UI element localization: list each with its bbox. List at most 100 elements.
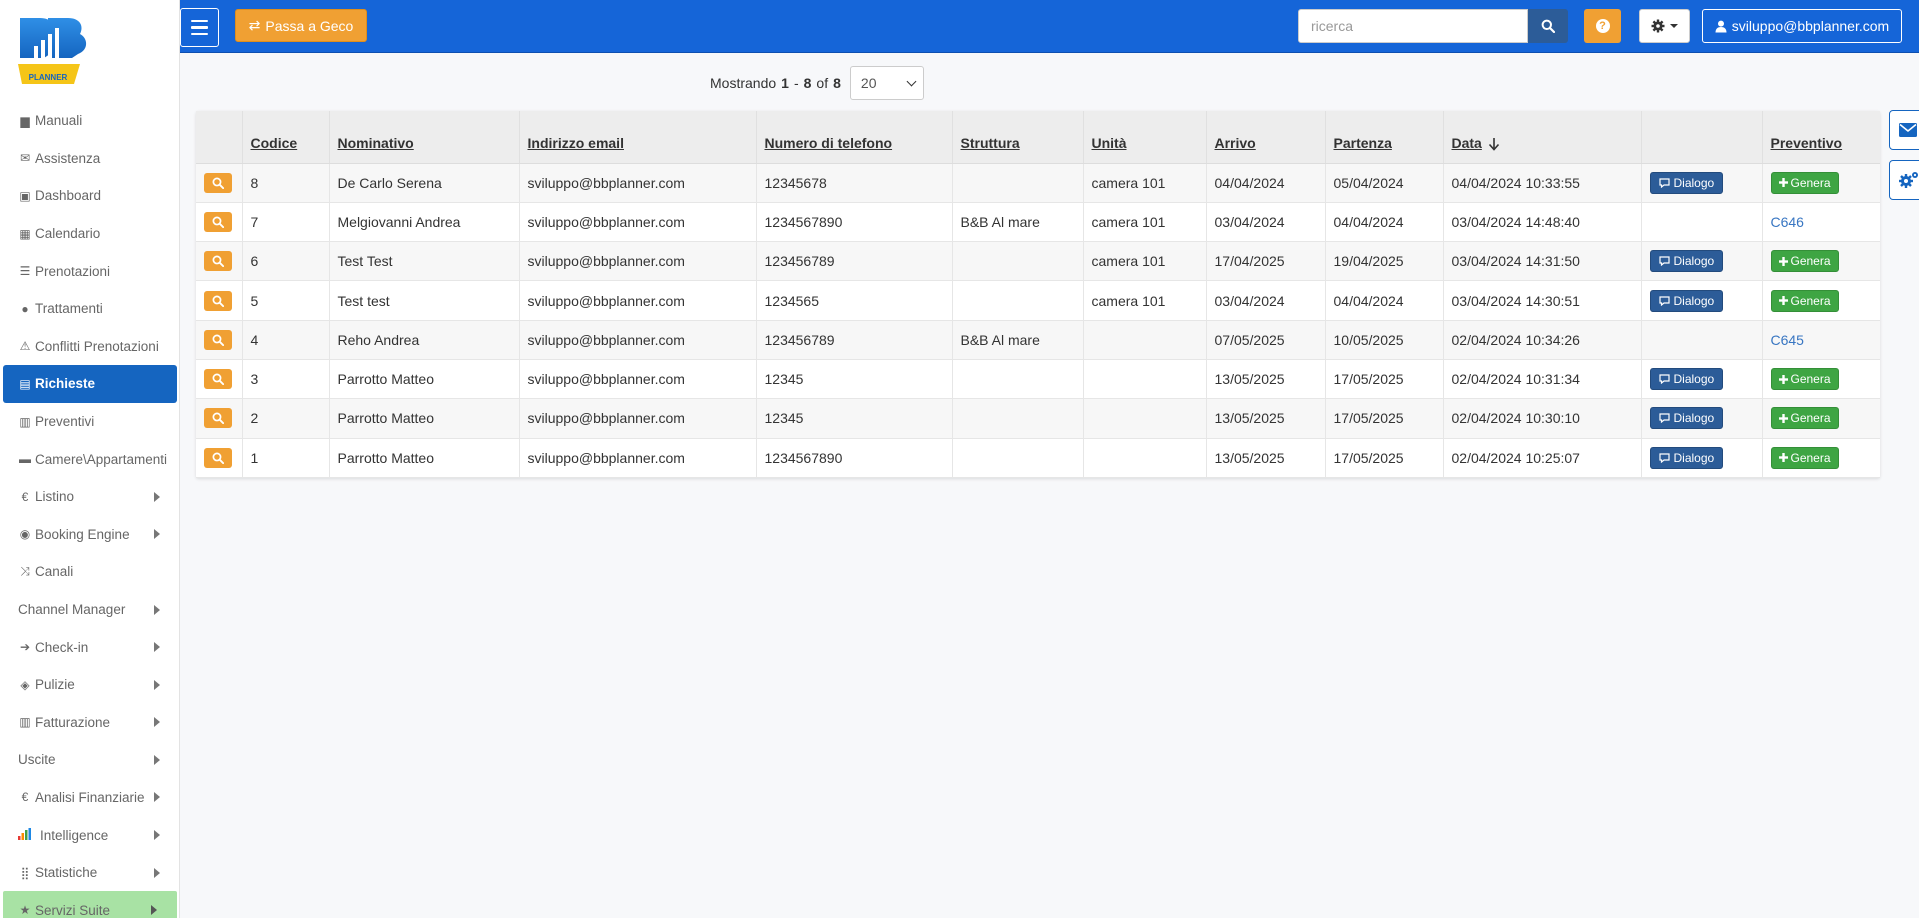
sidebar-item-label: Statistiche [35, 865, 98, 881]
view-request-button[interactable] [204, 172, 232, 193]
sidebar-item-statistiche[interactable]: ⣿ Statistiche [0, 854, 179, 892]
cell-struttura: B&B Al mare [952, 202, 1084, 243]
hdd-icon: ▣ [19, 188, 31, 203]
cell-name: Parrotto Matteo [329, 359, 520, 400]
cell-email: sviluppo@bbplanner.com [519, 359, 757, 400]
sidebar-item-servizi-suite[interactable]: ★ Servizi Suite [3, 891, 177, 918]
passa-a-geco-button[interactable]: ⇄ Passa a Geco [235, 9, 367, 42]
sidebar-item-preventivi[interactable]: ▥ Preventivi [0, 403, 179, 441]
dialogo-button[interactable]: Dialogo [1649, 368, 1724, 391]
hamburger-icon [191, 19, 208, 23]
sidebar-item-intelligence[interactable]: Intelligence [0, 816, 179, 854]
header-arrivo[interactable]: Arrivo [1206, 111, 1326, 164]
sidebar-item-dashboard[interactable]: ▣ Dashboard [0, 177, 179, 215]
globe-icon: ◉ [19, 527, 31, 542]
view-request-button[interactable] [204, 290, 232, 311]
header-codice[interactable]: Codice [242, 111, 330, 164]
sidebar-item-camere-appartamenti[interactable]: ▬ Camere\Appartamenti [0, 440, 179, 478]
header-partenza[interactable]: Partenza [1325, 111, 1444, 164]
user-account-button[interactable]: sviluppo@bbplanner.com [1702, 9, 1902, 43]
cell-data: 02/04/2024 10:30:10 [1443, 398, 1642, 439]
cell-unita: camera 101 [1083, 241, 1207, 282]
cell-name: Reho Andrea [329, 320, 520, 360]
sidebar-item-listino[interactable]: € Listino [0, 478, 179, 516]
sidebar-item-uscite[interactable]: Uscite [0, 741, 179, 779]
sidebar-item-richieste[interactable]: ▤ Richieste [3, 365, 177, 403]
genera-button[interactable]: Genera [1770, 171, 1839, 194]
dialogo-button[interactable]: Dialogo [1649, 289, 1724, 312]
dialogo-button[interactable]: Dialogo [1649, 407, 1724, 430]
sidebar-item-label: Manuali [35, 113, 83, 129]
header-telefono[interactable]: Numero di telefono [756, 111, 953, 164]
sidebar-item-fatturazione[interactable]: ▥ Fatturazione [0, 704, 179, 742]
cell-dialogo: Dialogo [1641, 163, 1763, 203]
header-preventivo[interactable]: Preventivo [1762, 111, 1880, 164]
chevron-right-icon [154, 830, 160, 841]
chevron-right-icon [154, 717, 160, 728]
sidebar-item-assistenza[interactable]: ✉ Assistenza [0, 140, 179, 178]
genera-button[interactable]: Genera [1770, 368, 1839, 391]
view-request-button[interactable] [204, 251, 232, 272]
preventivo-link[interactable]: C646 [1771, 214, 1804, 230]
sidebar-item-canali[interactable]: ⤨ Canali [0, 553, 179, 591]
sidebar-item-pulizie[interactable]: ◈ Pulizie [0, 666, 179, 704]
cell-code: 6 [242, 241, 330, 282]
view-request-button[interactable] [204, 447, 232, 468]
sidebar-item-calendario[interactable]: ▦ Calendario [0, 215, 179, 253]
sidebar-item-trattamenti[interactable]: ● Trattamenti [0, 290, 179, 328]
genera-button[interactable]: Genera [1770, 446, 1839, 469]
sidebar-item-booking-engine[interactable]: ◉ Booking Engine [0, 516, 179, 554]
header-unita[interactable]: Unità [1083, 111, 1207, 164]
cell-phone: 12345 [756, 398, 953, 439]
cell-struttura: B&B Al mare [952, 320, 1084, 360]
cell-data: 04/04/2024 10:33:55 [1443, 163, 1642, 203]
sidebar-item-label: Preventivi [35, 414, 95, 430]
view-request-button[interactable] [204, 369, 232, 390]
dialogo-button[interactable]: Dialogo [1649, 446, 1724, 469]
search-button[interactable] [1528, 9, 1568, 43]
header-nominativo[interactable]: Nominativo [329, 111, 520, 164]
header-email[interactable]: Indirizzo email [519, 111, 757, 164]
sidebar-item-channel-manager[interactable]: Channel Manager [0, 591, 179, 629]
view-request-button[interactable] [204, 211, 232, 232]
bbplanner-logo[interactable]: PLANNER [14, 16, 90, 94]
cell-email: sviluppo@bbplanner.com [519, 438, 757, 478]
cell-dialogo: Dialogo [1641, 280, 1763, 321]
cell-email: sviluppo@bbplanner.com [519, 280, 757, 321]
list-icon: ☰ [19, 264, 31, 279]
comment-icon [1658, 453, 1670, 463]
genera-button[interactable]: Genera [1770, 289, 1839, 312]
sort-arrow-down-icon [1488, 137, 1499, 151]
view-request-button[interactable] [204, 408, 232, 429]
genera-button[interactable]: Genera [1770, 250, 1839, 273]
sidebar-item-check-in[interactable]: ➔ Check-in [0, 628, 179, 666]
view-request-button[interactable] [204, 329, 232, 350]
search-icon [1541, 19, 1555, 33]
sidebar-item-conflitti-prenotazioni[interactable]: ⚠ Conflitti Prenotazioni [0, 328, 179, 366]
comment-icon [1658, 413, 1670, 424]
floating-settings-button[interactable] [1889, 160, 1919, 200]
page-size-select[interactable]: 20 [849, 66, 924, 100]
cell-arrivo: 13/05/2025 [1206, 359, 1326, 400]
sidebar-item-analisi-finanziarie[interactable]: € Analisi Finanziarie [0, 779, 179, 817]
search-input[interactable] [1298, 9, 1528, 43]
sidebar-item-label: Pulizie [35, 677, 75, 693]
settings-dropdown-button[interactable] [1639, 9, 1690, 43]
header-struttura[interactable]: Struttura [952, 111, 1084, 164]
logo-text: PLANNER [29, 73, 68, 82]
cell-preventivo: Genera [1762, 359, 1880, 400]
cell-arrivo: 17/04/2025 [1206, 241, 1326, 282]
cell-data: 03/04/2024 14:30:51 [1443, 280, 1642, 321]
help-button[interactable]: ? [1584, 9, 1621, 43]
cell-email: sviluppo@bbplanner.com [519, 163, 757, 203]
sidebar-item-prenotazioni[interactable]: ☰ Prenotazioni [0, 252, 179, 290]
floating-mail-button[interactable] [1889, 110, 1919, 150]
dialogo-button[interactable]: Dialogo [1649, 250, 1724, 273]
hamburger-menu-button[interactable] [180, 8, 219, 47]
table-row: 8 De Carlo Serena sviluppo@bbplanner.com 12… [196, 163, 1880, 203]
header-data[interactable]: Data [1443, 111, 1642, 164]
dialogo-button[interactable]: Dialogo [1649, 171, 1724, 194]
sidebar-item-manuali[interactable]: ▆ Manuali [0, 102, 179, 140]
preventivo-link[interactable]: C645 [1771, 332, 1804, 348]
genera-button[interactable]: Genera [1770, 407, 1839, 430]
